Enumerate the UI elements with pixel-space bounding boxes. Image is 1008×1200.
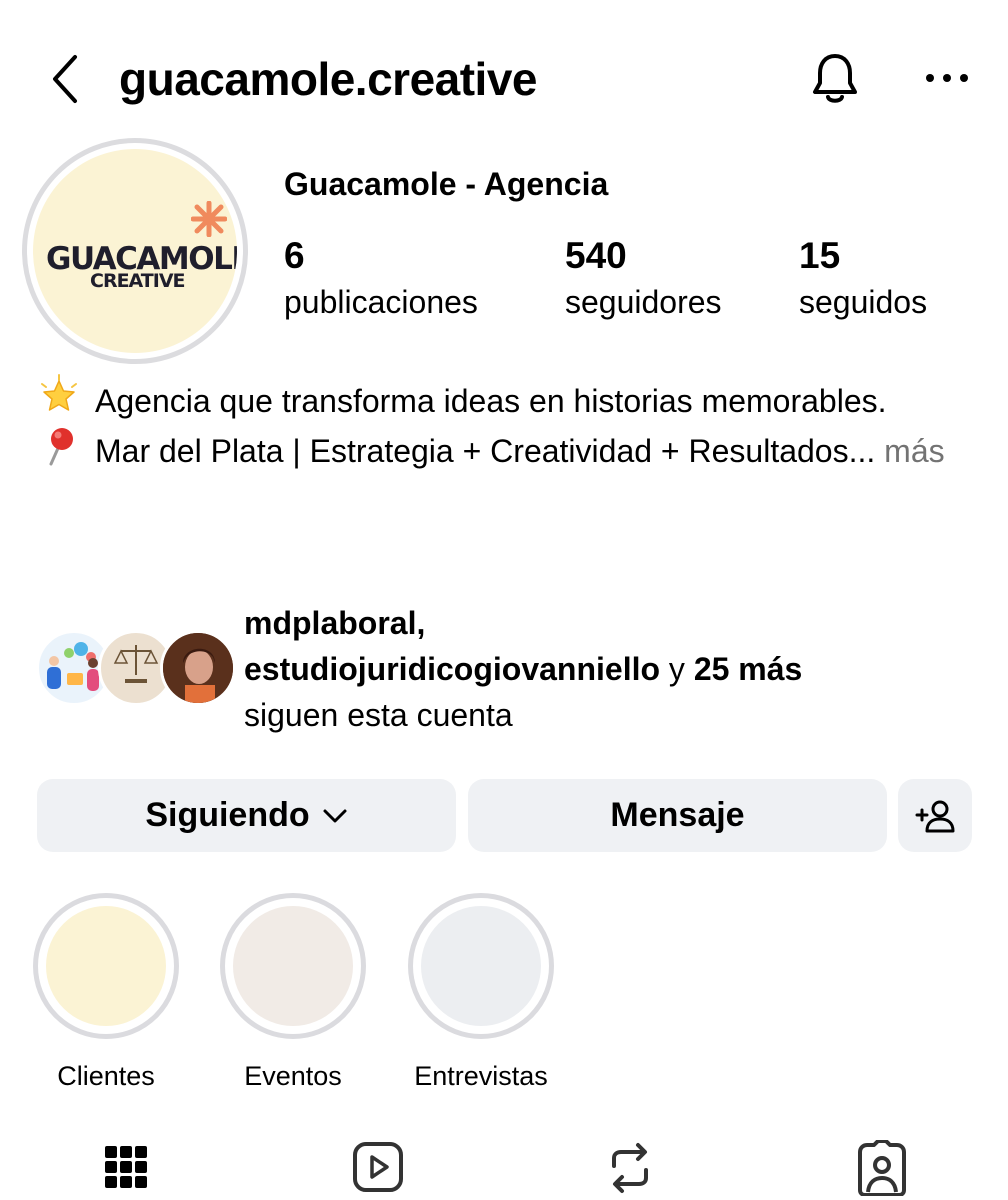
stat-value: 15: [799, 235, 841, 276]
bell-icon: [813, 54, 857, 103]
following-button[interactable]: Siguiendo: [37, 779, 456, 852]
stat-value: 6: [284, 235, 305, 276]
separator: ,: [416, 605, 426, 641]
logo-text-line2: CREATIVE: [90, 270, 185, 292]
mutual-followers-avatars[interactable]: [36, 630, 236, 710]
profile-username: guacamole.creative: [119, 53, 538, 105]
followers-count[interactable]: 540 seguidores: [565, 234, 722, 324]
reposts-icon: [612, 1143, 648, 1193]
message-button[interactable]: Mensaje: [468, 779, 887, 852]
following-label: Siguiendo: [145, 796, 310, 834]
back-chevron-icon: [53, 55, 77, 103]
notifications-button[interactable]: [804, 48, 866, 110]
more-dots-icon: [926, 74, 968, 82]
stat-label: publicaciones: [284, 284, 478, 320]
bio-ellipsis: ...: [848, 433, 876, 469]
highlight-ring: [33, 893, 179, 1039]
bio-line: Mar del Plata | Estrategia + Creatividad…: [37, 424, 977, 474]
message-label: Mensaje: [610, 796, 745, 834]
tab-reposts[interactable]: [602, 1140, 658, 1200]
tagged-icon: [858, 1140, 906, 1196]
more-options-button[interactable]: [916, 56, 978, 100]
followed-by-suffix: siguen esta cuenta: [244, 697, 513, 733]
mutual-username: mdplaboral: [244, 605, 417, 641]
highlight-ring: [408, 893, 554, 1039]
bio-more-link[interactable]: más: [884, 433, 944, 469]
followed-by-text[interactable]: mdplaboral, estudiojuridicogiovanniello …: [244, 600, 984, 738]
tab-reels[interactable]: [350, 1140, 406, 1200]
highlight-label: Clientes: [57, 1061, 155, 1091]
connector-text: y: [660, 651, 694, 687]
stat-label: seguidores: [565, 284, 722, 320]
mutual-username: estudiojuridicogiovanniello: [244, 651, 661, 687]
bio-line-1: Agencia que transforma ideas en historia…: [95, 383, 887, 419]
followed-by-line: mdplaboral,: [244, 600, 984, 646]
person-photo-icon: [163, 633, 233, 703]
back-button[interactable]: [40, 52, 90, 106]
bio-line: Agencia que transforma ideas en historia…: [37, 374, 977, 424]
profile-bio: Agencia que transforma ideas en historia…: [37, 374, 977, 474]
sparkle-icon: [191, 201, 227, 237]
highlight-clientes[interactable]: Clientes: [31, 893, 181, 1092]
highlight-label: Entrevistas: [414, 1061, 548, 1091]
suggested-users-button[interactable]: [898, 779, 972, 852]
followed-by-line: estudiojuridicogiovanniello y 25 más: [244, 646, 984, 692]
highlight-entrevistas[interactable]: Entrevistas: [406, 893, 556, 1092]
stat-value: 540: [565, 235, 627, 276]
tab-posts-grid[interactable]: [98, 1140, 154, 1200]
others-count: 25 más: [693, 651, 803, 687]
highlight-cover: [233, 906, 353, 1026]
avatar-image: GUACAMOLE CREATIVE: [33, 149, 237, 353]
reels-icon: [353, 1142, 403, 1192]
bio-line-2: Mar del Plata | Estrategia + Creatividad…: [95, 433, 849, 469]
display-name: Guacamole - Agencia: [284, 166, 609, 202]
chevron-down-icon: [323, 809, 347, 822]
pin-icon: [49, 428, 73, 466]
highlight-cover: [46, 906, 166, 1026]
highlight-cover: [421, 906, 541, 1026]
mutual-avatar: [160, 630, 236, 706]
profile-header: guacamole.creative: [0, 0, 1008, 150]
add-person-icon: [915, 800, 955, 832]
highlight-ring: [220, 893, 366, 1039]
highlight-eventos[interactable]: Eventos: [218, 893, 368, 1092]
grid-icon: [105, 1146, 147, 1188]
stat-label: seguidos: [799, 284, 928, 320]
following-count[interactable]: 15 seguidos: [799, 234, 927, 324]
glowing-star-icon: [41, 374, 77, 411]
profile-avatar[interactable]: GUACAMOLE CREATIVE: [22, 138, 248, 364]
posts-count[interactable]: 6 publicaciones: [284, 234, 478, 324]
highlight-label: Eventos: [244, 1061, 342, 1091]
tab-tagged[interactable]: [854, 1140, 910, 1200]
